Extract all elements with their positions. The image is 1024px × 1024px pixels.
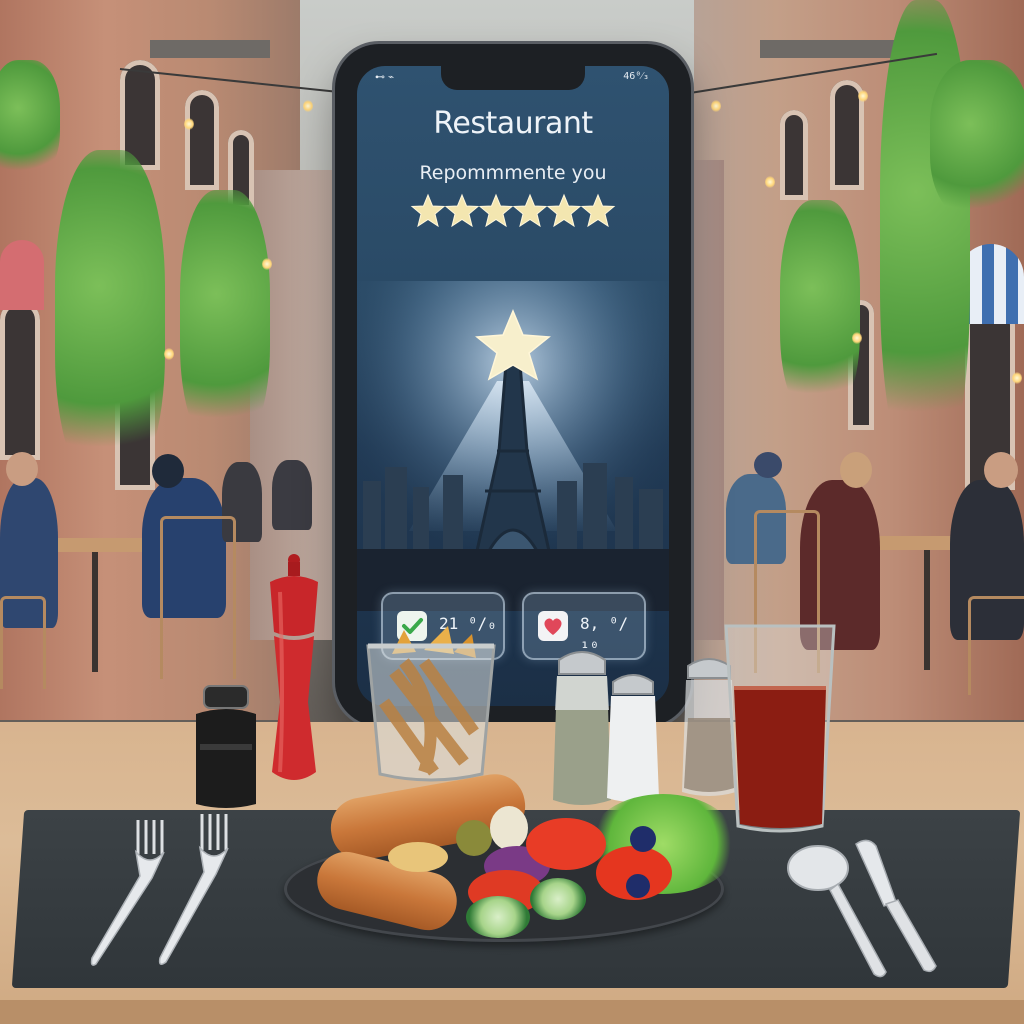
string-light bbox=[711, 100, 721, 112]
app-subtitle: Repommmente you bbox=[419, 162, 607, 184]
fries-basket bbox=[366, 626, 496, 782]
potato bbox=[388, 842, 448, 872]
window bbox=[0, 300, 40, 460]
diner-head bbox=[984, 452, 1018, 488]
diner-head bbox=[6, 452, 38, 486]
heart-icon bbox=[538, 611, 568, 641]
cucumber-slice bbox=[530, 878, 586, 920]
string-light bbox=[765, 176, 775, 188]
app-title: Restaurant bbox=[433, 106, 593, 141]
ivy bbox=[55, 150, 165, 490]
table-edge bbox=[0, 1000, 1024, 1024]
table-leg bbox=[92, 552, 98, 672]
string-light bbox=[1012, 372, 1022, 384]
ivy bbox=[930, 60, 1024, 220]
blueberry bbox=[630, 826, 656, 852]
awning bbox=[0, 240, 44, 310]
glass-of-tea bbox=[724, 624, 836, 833]
string-light bbox=[303, 100, 313, 112]
olive bbox=[456, 820, 492, 856]
rating-stars[interactable] bbox=[357, 193, 669, 233]
right-roof bbox=[760, 40, 900, 58]
window bbox=[780, 110, 808, 200]
diner bbox=[272, 460, 312, 530]
cucumber-slice bbox=[466, 896, 530, 938]
phone-screen: ⊷ ⌁ 46⁰⁄₃ Restaurant Repommmente you 21 … bbox=[357, 66, 669, 706]
diner-head bbox=[152, 454, 184, 488]
pepper-mill bbox=[270, 554, 318, 780]
string-light bbox=[184, 118, 194, 130]
chair bbox=[968, 596, 1024, 695]
string-light bbox=[262, 258, 272, 270]
string-light bbox=[858, 90, 868, 102]
blueberry bbox=[626, 874, 650, 898]
status-bar-right: 46⁰⁄₃ bbox=[623, 71, 649, 82]
chair bbox=[0, 596, 46, 689]
chair bbox=[160, 516, 236, 679]
left-roof bbox=[150, 40, 270, 58]
diner-head bbox=[754, 452, 782, 478]
table-leg bbox=[924, 550, 930, 670]
phone-notch bbox=[441, 66, 585, 90]
star-icon[interactable] bbox=[444, 193, 480, 229]
tomato-slice bbox=[526, 818, 606, 870]
diner-head bbox=[840, 452, 872, 488]
star-icon[interactable] bbox=[546, 193, 582, 229]
ivy bbox=[180, 190, 270, 450]
ivy bbox=[780, 200, 860, 420]
star-icon[interactable] bbox=[410, 193, 446, 229]
mushroom bbox=[490, 806, 528, 850]
star-icon[interactable] bbox=[512, 193, 548, 229]
string-light bbox=[852, 332, 862, 344]
salt-shaker bbox=[607, 674, 659, 802]
star-icon[interactable] bbox=[580, 193, 616, 229]
string-light bbox=[164, 348, 174, 360]
star-icon[interactable] bbox=[478, 193, 514, 229]
fork-right bbox=[158, 814, 229, 965]
eiffel-tower-illustration bbox=[357, 281, 669, 611]
ivy bbox=[0, 60, 60, 180]
soy-sauce-bottle bbox=[196, 685, 256, 808]
knife bbox=[855, 839, 937, 973]
window bbox=[185, 90, 219, 190]
status-bar-left: ⊷ ⌁ bbox=[375, 72, 395, 83]
